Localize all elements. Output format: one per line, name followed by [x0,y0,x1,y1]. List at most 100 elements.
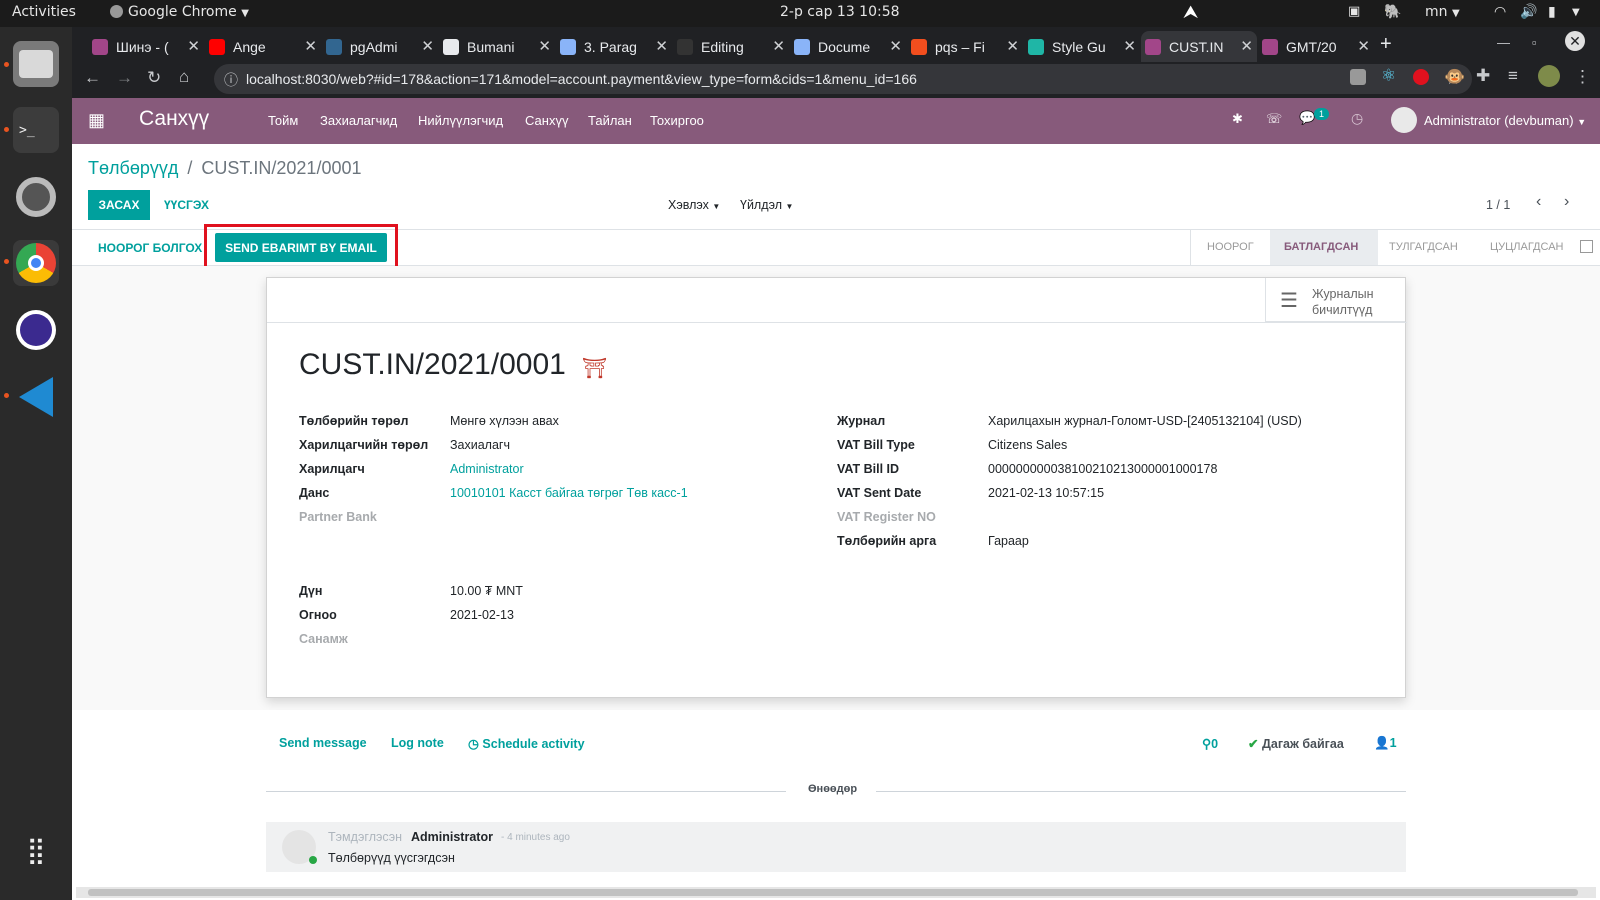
clock[interactable]: 2-р сар 13 10:58 [780,4,900,20]
browser-tab[interactable]: Editing ✕ [673,31,789,62]
profile-avatar[interactable] [1538,65,1560,87]
close-tab-icon[interactable]: ✕ [772,37,785,55]
log-note-button[interactable]: Log note [391,736,444,750]
extension-red-icon[interactable] [1413,69,1429,85]
following-button[interactable]: ✔ Дагаж байгаа [1248,736,1344,751]
status-cancelled[interactable]: ЦУЦЛАГДСАН [1490,241,1563,253]
message-author[interactable]: Administrator [411,830,493,844]
status-draft[interactable]: НООРОГ [1207,241,1254,253]
breadcrumb-parent[interactable]: Төлбөрүүд [88,158,178,178]
close-tab-icon[interactable]: ✕ [187,37,200,55]
extensions-puzzle-icon[interactable]: ✚ [1476,66,1490,86]
debug-bug-icon[interactable]: ✱ [1232,111,1243,127]
tor-browser-icon[interactable] [13,307,59,353]
chrome-icon[interactable] [13,240,59,286]
maximize-icon[interactable]: ▫ [1532,35,1537,50]
browser-chrome: Шинэ - (✕ Ange ✕ pgAdmi ✕ Bumani ✕ 3. Parag ✕ Edi… [72,27,1600,98]
browser-tab[interactable]: Шинэ - (✕ [88,31,204,62]
user-menu[interactable]: Administrator (devbuman) ▼ [1424,113,1586,128]
status-reconciled[interactable]: ТУЛГАГДСАН [1389,241,1458,253]
files-icon[interactable] [13,41,59,87]
schedule-activity-button[interactable]: ◷ Schedule activity [468,736,585,751]
print-dropdown[interactable]: Хэвлэх ▼ [668,198,720,212]
edit-button[interactable]: ЗАСАХ [88,190,150,220]
browser-tab[interactable]: pgAdmi ✕ [322,31,438,62]
browser-tab[interactable]: Docume ✕ [790,31,906,62]
horizontal-scrollbar[interactable] [76,887,1596,898]
browser-tab[interactable]: Ange ✕ [205,31,321,62]
system-menu-caret-icon[interactable]: ▼ [1572,7,1580,18]
forward-icon[interactable]: → [116,68,133,88]
close-tab-icon[interactable]: ✕ [1123,37,1136,55]
app-menu[interactable]: Google Chrome ▼ [110,4,249,20]
user-avatar[interactable] [1391,107,1417,133]
close-tab-icon[interactable]: ✕ [304,37,317,55]
browser-tab[interactable]: Style Gu ✕ [1024,31,1140,62]
send-message-button[interactable]: Send message [279,736,367,750]
close-tab-icon[interactable]: ✕ [1357,37,1370,55]
status-posted[interactable]: БАТЛАГДСАН [1284,241,1358,253]
menu-configuration[interactable]: Тохиргоо [650,113,704,128]
menu-vendors[interactable]: Нийлүүлэгчид [418,113,503,128]
field-value[interactable]: Administrator [450,462,524,476]
react-devtools-icon[interactable]: ⚛ [1381,66,1396,86]
pager-next-icon[interactable]: › [1564,193,1569,211]
close-tab-icon[interactable]: ✕ [538,37,551,55]
vscode-icon[interactable] [13,374,59,420]
close-tab-icon[interactable]: ✕ [1006,37,1019,55]
followers-button[interactable]: 👤1 [1374,736,1397,751]
media-control-icon[interactable]: ≡ [1508,66,1518,86]
postgres-icon[interactable]: 🐘 [1384,4,1401,20]
close-tab-icon[interactable]: ✕ [1240,37,1253,55]
field-label: Данс [299,486,330,500]
pager-value[interactable]: 1 / 1 [1486,198,1510,212]
menu-reporting[interactable]: Тайлан [588,113,632,128]
back-icon[interactable]: ← [84,68,101,88]
home-icon[interactable]: ⌂ [179,67,189,87]
close-window-icon[interactable]: ✕ [1565,31,1585,51]
terminal-icon[interactable]: >_ [13,107,59,153]
show-applications-icon[interactable]: ⣿ [13,827,59,873]
field-value[interactable]: 10010101 Касст байгаа төгрөг Төв касс-1 [450,486,688,500]
scrollbar-thumb[interactable] [88,889,1578,896]
app-name[interactable]: Санхүү [139,107,209,131]
menu-customers[interactable]: Захиалагчид [320,113,397,128]
journal-items-button[interactable]: ☰ Журналын бичилтүүд [1265,278,1405,322]
chrome-menu-icon[interactable]: ⋮ [1574,67,1591,87]
reload-icon[interactable]: ↻ [147,68,161,88]
new-tab-icon[interactable]: + [1380,33,1392,56]
activities-button[interactable]: Activities [12,4,76,20]
browser-tab[interactable]: Bumani ✕ [439,31,555,62]
camera-icon[interactable]: ▣ [1348,4,1360,19]
browser-tab[interactable]: CUST.IN ✕ [1141,31,1257,62]
close-tab-icon[interactable]: ✕ [421,37,434,55]
user-name: Administrator (devbuman) [1424,113,1574,128]
set-to-draft-button[interactable]: НООРОГ БОЛГОХ [98,241,202,255]
close-tab-icon[interactable]: ✕ [655,37,668,55]
send-ebarimt-button[interactable]: SEND EBARIMT BY EMAIL [215,233,387,262]
tampermonkey-icon[interactable]: 🐵 [1444,67,1465,87]
extension-icon[interactable] [1350,69,1366,85]
wifi-icon[interactable]: ◠ [1494,4,1506,20]
browser-tab[interactable]: GMT/20 ✕ [1258,31,1374,62]
create-button[interactable]: ҮҮСГЭХ [164,198,209,212]
phone-icon[interactable]: ☏ [1266,111,1282,127]
chat-icon[interactable]: 💬 [1299,110,1315,126]
battery-icon[interactable]: ▮ [1548,4,1556,20]
settings-icon[interactable] [13,174,59,220]
browser-tab[interactable]: pqs – Fi ✕ [907,31,1023,62]
menu-overview[interactable]: Тойм [268,113,298,128]
pager-previous-icon[interactable]: ‹ [1536,193,1541,211]
close-tab-icon[interactable]: ✕ [889,37,902,55]
browser-tab[interactable]: 3. Parag ✕ [556,31,672,62]
language-indicator[interactable]: mn ▼ [1425,4,1460,20]
volume-icon[interactable]: 🔊 [1520,4,1537,20]
action-dropdown[interactable]: Үйлдэл ▼ [740,198,793,212]
minimize-icon[interactable]: — [1497,35,1510,50]
activity-clock-icon[interactable]: ◷ [1351,110,1363,127]
attachments-button[interactable]: ⚲0 [1202,736,1218,751]
status-checkbox[interactable] [1580,240,1593,253]
address-bar[interactable]: ⓘ localhost:8030/web?#id=178&action=171&… [214,64,1472,94]
apps-grid-icon[interactable]: ▦ [88,110,105,131]
menu-accounting[interactable]: Санхүү [525,113,568,128]
